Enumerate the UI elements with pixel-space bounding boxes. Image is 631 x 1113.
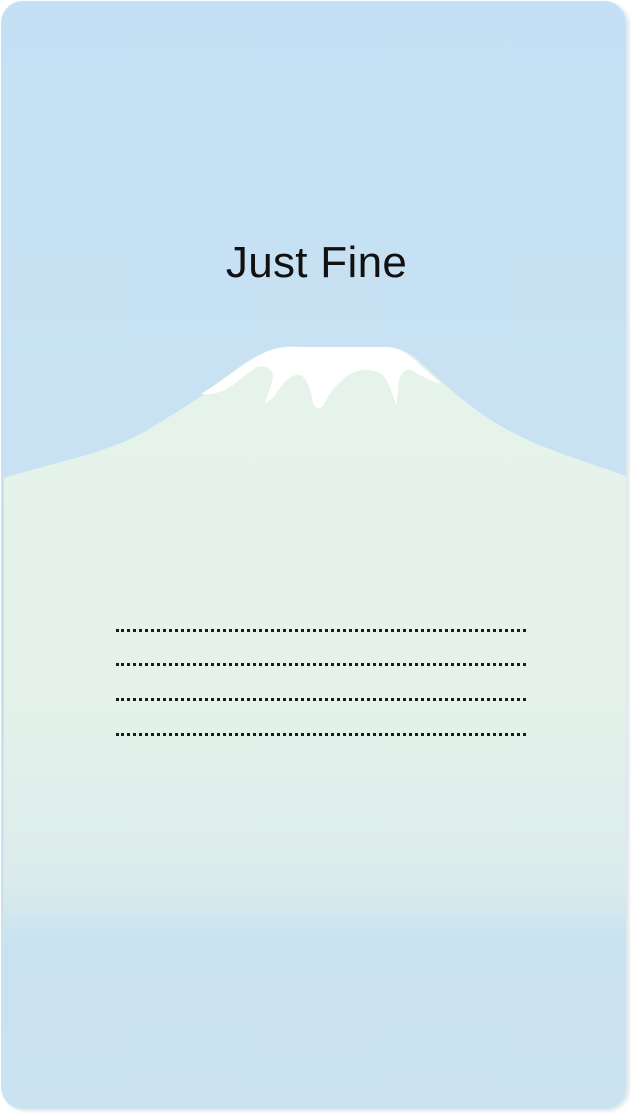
mountain-body bbox=[4, 346, 626, 1109]
card-title: Just Fine bbox=[225, 238, 408, 287]
greeting-card: Just Fine bbox=[1, 1, 626, 1109]
writing-line-3[interactable] bbox=[116, 698, 526, 701]
writing-line-2[interactable] bbox=[116, 663, 526, 666]
snow-capped-mountain-icon bbox=[4, 346, 626, 1109]
writing-line-1[interactable] bbox=[116, 629, 526, 632]
writing-line-4[interactable] bbox=[116, 733, 526, 736]
